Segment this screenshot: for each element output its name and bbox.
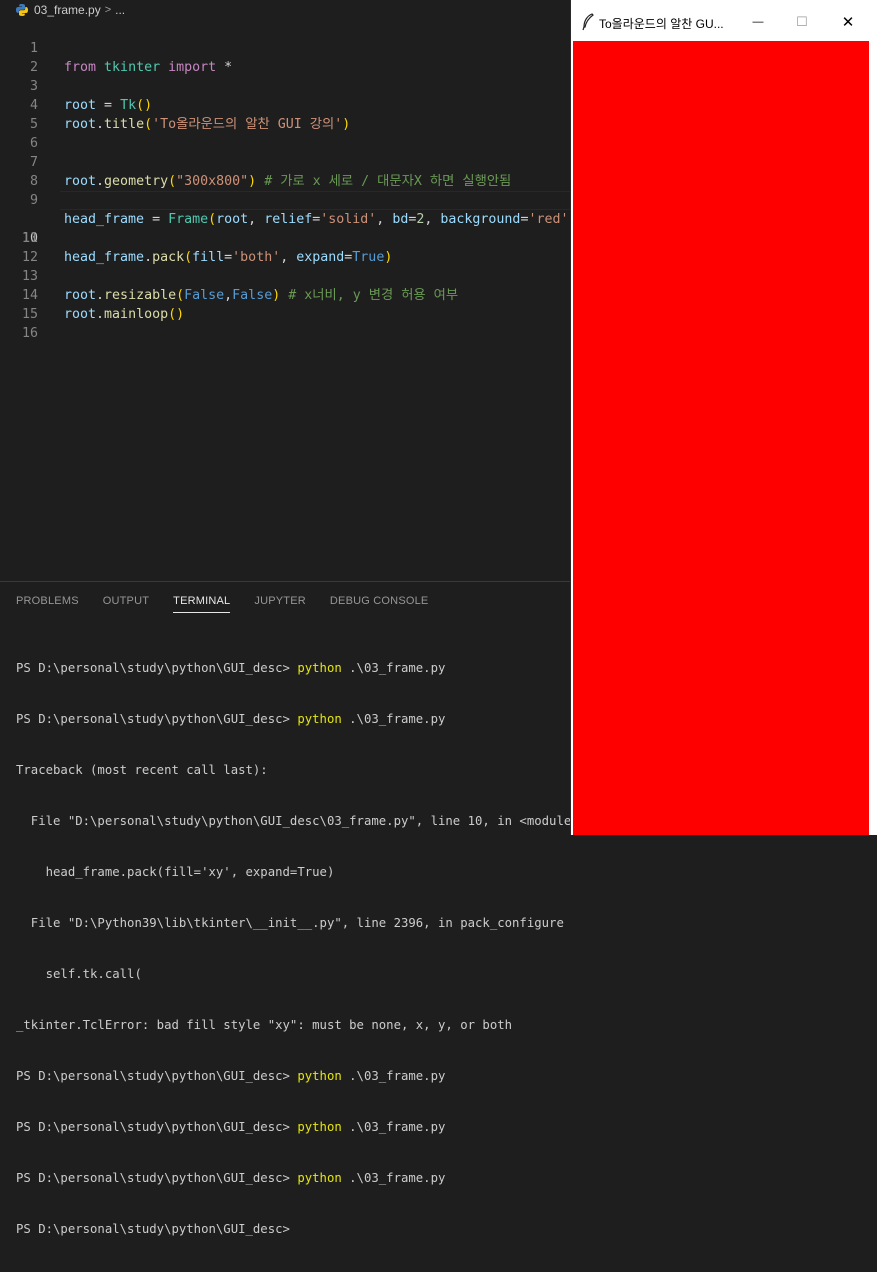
bottom-panel: PROBLEMS OUTPUT TERMINAL JUPYTER DEBUG C…: [0, 581, 579, 1236]
minimize-button[interactable]: —: [735, 4, 781, 39]
window-titlebar[interactable]: To올라운드의 알찬 GU... — ☐ ✕: [571, 4, 877, 39]
terminal-line: File "D:\personal\study\python\GUI_desc\…: [16, 814, 579, 828]
terminal-line: PS D:\personal\study\python\GUI_desc>: [16, 1222, 290, 1236]
terminal-line: PS D:\personal\study\python\GUI_desc> py…: [16, 1069, 446, 1083]
terminal-line: _tkinter.TclError: bad fill style "xy": …: [16, 1018, 513, 1032]
tab-terminal[interactable]: TERMINAL: [173, 582, 231, 613]
head-frame: [573, 41, 869, 835]
terminal-line: Traceback (most recent call last):: [16, 763, 268, 777]
breadcrumb-file[interactable]: 03_frame.py: [34, 3, 101, 17]
code-line: 13 root.resizable(False,False) # x너비, y …: [0, 248, 571, 303]
python-file-icon: [15, 3, 31, 17]
code-line: 8: [0, 153, 571, 189]
terminal-line: PS D:\personal\study\python\GUI_desc> py…: [16, 1120, 446, 1134]
terminal-output[interactable]: PS D:\personal\study\python\GUI_desc> py…: [16, 626, 579, 1272]
code-line: 6: [0, 115, 571, 151]
code-editor[interactable]: 1 from tkinter import * 2 3 root = Tk() …: [0, 20, 577, 580]
terminal-line: PS D:\personal\study\python\GUI_desc> py…: [16, 712, 446, 726]
breadcrumb-more[interactable]: ...: [115, 3, 125, 17]
terminal-line: PS D:\personal\study\python\GUI_desc> py…: [16, 1171, 446, 1185]
panel-tabs: PROBLEMS OUTPUT TERMINAL JUPYTER DEBUG C…: [0, 582, 571, 618]
terminal-line: PS D:\personal\study\python\GUI_desc> py…: [16, 661, 446, 675]
terminal-line: self.tk.call(: [16, 967, 142, 981]
window-title: To올라운드의 알찬 GU...: [599, 17, 724, 31]
code-line-current: 10 head_frame.pack(fill='both', expand=T…: [0, 191, 571, 265]
tk-window[interactable]: To올라운드의 알찬 GU... — ☐ ✕: [571, 0, 877, 835]
code-line: 1 from tkinter import *: [0, 20, 571, 75]
tab-problems[interactable]: PROBLEMS: [16, 582, 79, 607]
code-line: 4 root.title('To올라운드의 알찬 GUI 강의'): [0, 77, 571, 132]
code-line: 2: [0, 39, 571, 75]
terminal-line: File "D:\Python39\lib\tkinter\__init__.p…: [16, 916, 564, 930]
code-line: 9 head_frame = Frame(root, relief='solid…: [0, 172, 577, 227]
tab-debug-console[interactable]: DEBUG CONSOLE: [330, 582, 429, 607]
terminal-line: head_frame.pack(fill='xy', expand=True): [16, 865, 335, 879]
close-button[interactable]: ✕: [825, 4, 871, 39]
tab-jupyter[interactable]: JUPYTER: [254, 582, 306, 607]
code-line: 3 root = Tk(): [0, 58, 571, 113]
tk-feather-icon: [581, 13, 595, 31]
maximize-button[interactable]: ☐: [779, 4, 825, 39]
code-line: 7 root.geometry("300x800") # 가로 x 세로 / 대…: [0, 134, 571, 189]
tab-output[interactable]: OUTPUT: [103, 582, 149, 607]
code-line: 16: [0, 305, 571, 341]
code-line: 14 root.mainloop(): [0, 267, 571, 322]
code-line: 11: [0, 210, 571, 246]
line-number: 16: [21, 326, 38, 341]
code-line: 5: [0, 96, 571, 132]
code-line: 15: [0, 286, 571, 322]
current-line-highlight: [60, 191, 571, 210]
chevron-right-icon: >: [104, 4, 112, 16]
code-line: 12: [0, 229, 571, 265]
breadcrumb: 03_frame.py > ...: [0, 0, 571, 20]
